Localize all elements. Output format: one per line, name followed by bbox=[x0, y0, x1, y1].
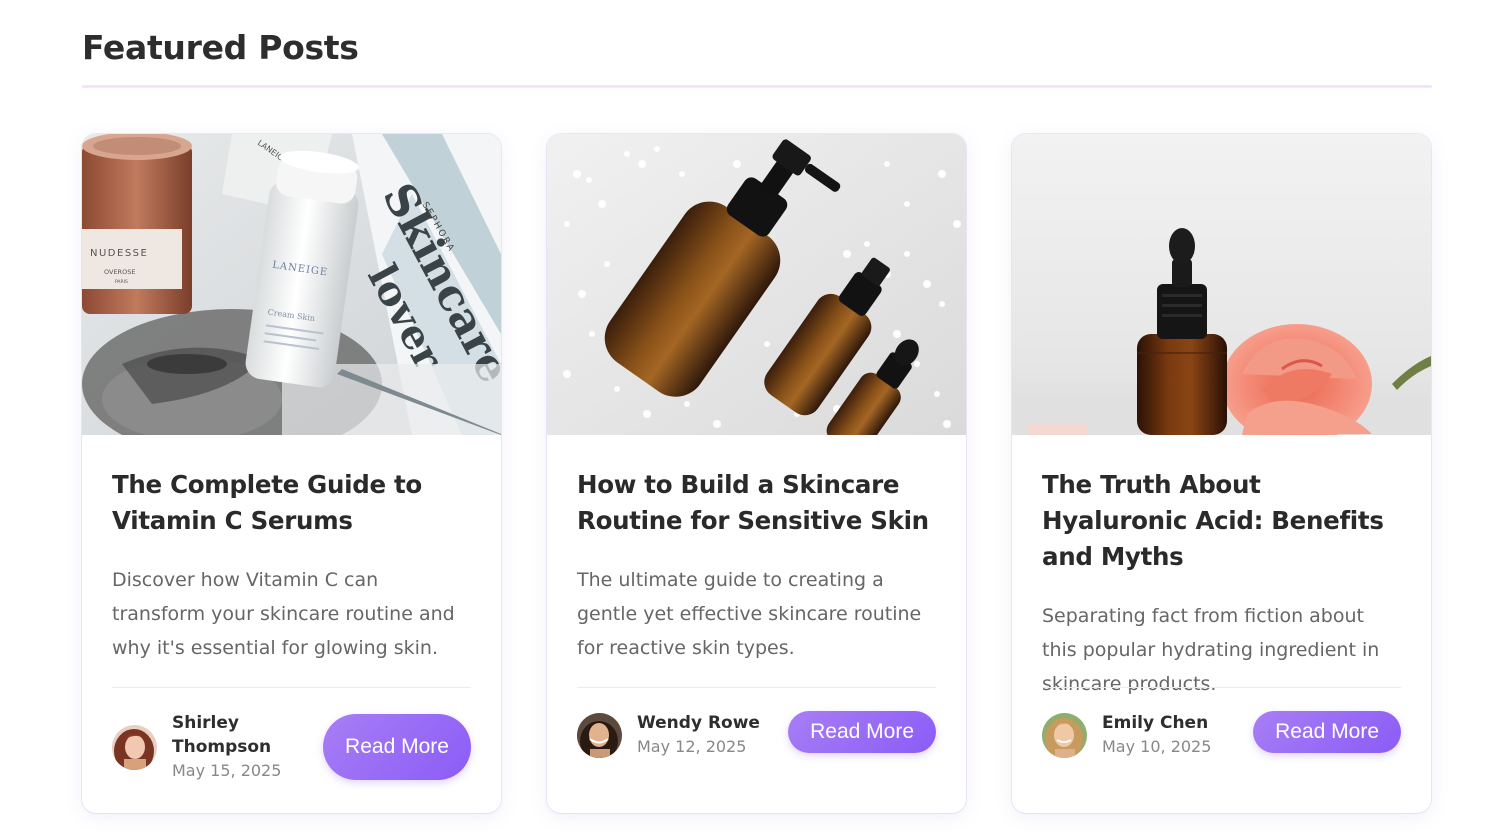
featured-posts-section: Featured Posts Skincare lover SEPHORA LA… bbox=[82, 0, 1432, 832]
post-card[interactable]: How to Build a Skincare Routine for Sens… bbox=[547, 134, 966, 813]
author-name[interactable]: Wendy Rowe bbox=[637, 711, 760, 735]
author-block: Wendy Rowe May 12, 2025 bbox=[577, 711, 760, 759]
title-divider bbox=[82, 85, 1432, 88]
post-title[interactable]: How to Build a Skincare Routine for Sens… bbox=[577, 467, 936, 539]
post-image[interactable] bbox=[547, 134, 966, 435]
author-info: Wendy Rowe May 12, 2025 bbox=[637, 711, 760, 759]
author-info: Shirley Thompson May 15, 2025 bbox=[172, 711, 282, 783]
post-card[interactable]: Skincare lover SEPHORA LANEIGE NUDESSE O… bbox=[82, 134, 501, 813]
post-date: May 10, 2025 bbox=[1102, 737, 1212, 756]
author-avatar bbox=[577, 712, 622, 758]
post-image-serum-rose bbox=[1012, 134, 1431, 435]
post-body: The Complete Guide to Vitamin C Serums D… bbox=[112, 435, 471, 780]
author-name[interactable]: Shirley Thompson bbox=[172, 711, 282, 759]
author-block: Shirley Thompson May 15, 2025 bbox=[112, 711, 282, 783]
post-image[interactable] bbox=[1012, 134, 1431, 435]
post-footer: Shirley Thompson May 15, 2025 Read More bbox=[112, 711, 471, 783]
post-card[interactable]: The Truth About Hyaluronic Acid: Benefit… bbox=[1012, 134, 1431, 813]
image-text-overose: OVEROSE bbox=[104, 268, 135, 276]
post-footer: Wendy Rowe May 12, 2025 Read More bbox=[577, 711, 936, 759]
posts-grid: Skincare lover SEPHORA LANEIGE NUDESSE O… bbox=[82, 134, 1432, 813]
read-more-button[interactable]: Read More bbox=[323, 714, 471, 780]
author-avatar bbox=[1042, 712, 1087, 758]
post-footer: Emily Chen May 10, 2025 Read More bbox=[1042, 711, 1401, 759]
card-divider bbox=[1042, 687, 1401, 688]
post-excerpt: Separating fact from fiction about this … bbox=[1042, 605, 1380, 695]
author-name[interactable]: Emily Chen bbox=[1102, 711, 1211, 735]
post-image-skincare-products: Skincare lover SEPHORA LANEIGE NUDESSE O… bbox=[82, 134, 501, 435]
author-avatar bbox=[112, 724, 157, 770]
card-divider bbox=[112, 687, 471, 688]
post-image[interactable]: Skincare lover SEPHORA LANEIGE NUDESSE O… bbox=[82, 134, 501, 435]
section-title: Featured Posts bbox=[82, 28, 359, 67]
post-title[interactable]: The Truth About Hyaluronic Acid: Benefit… bbox=[1042, 467, 1401, 575]
image-text-nudesse: NUDESSE bbox=[90, 248, 148, 259]
image-text-paris: PARIS bbox=[115, 279, 128, 285]
read-more-button[interactable]: Read More bbox=[1253, 711, 1401, 753]
post-body: How to Build a Skincare Routine for Sens… bbox=[577, 435, 936, 758]
author-block: Emily Chen May 10, 2025 bbox=[1042, 711, 1211, 759]
read-more-button[interactable]: Read More bbox=[788, 711, 936, 753]
post-date: May 12, 2025 bbox=[637, 737, 747, 756]
author-info: Emily Chen May 10, 2025 bbox=[1102, 711, 1211, 759]
post-date: May 15, 2025 bbox=[172, 761, 282, 780]
post-excerpt: Discover how Vitamin C can transform you… bbox=[112, 569, 455, 659]
post-title[interactable]: The Complete Guide to Vitamin C Serums bbox=[112, 467, 471, 539]
post-excerpt: The ultimate guide to creating a gentle … bbox=[577, 569, 922, 659]
post-body: The Truth About Hyaluronic Acid: Benefit… bbox=[1042, 435, 1401, 758]
post-image-amber-bottles bbox=[547, 134, 966, 435]
card-divider bbox=[577, 687, 936, 688]
